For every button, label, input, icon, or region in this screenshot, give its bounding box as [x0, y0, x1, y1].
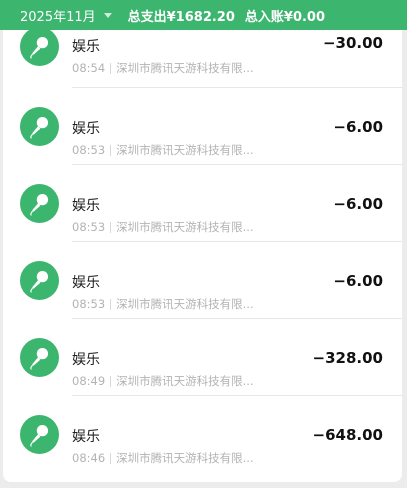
transaction-category: 娱乐 — [72, 39, 100, 55]
transaction-time: 08:53 — [72, 220, 106, 234]
meta-separator — [110, 375, 112, 387]
chevron-down-icon[interactable] — [103, 12, 112, 18]
transaction-time: 08:54 — [72, 61, 106, 75]
transaction-amount: −6.00 — [333, 272, 383, 290]
transaction-time: 08:49 — [72, 374, 106, 388]
transaction-merchant: 深圳市腾讯天游科技有限... — [116, 451, 254, 465]
transaction-merchant: 深圳市腾讯天游科技有限... — [116, 374, 254, 388]
transaction-category: 娱乐 — [72, 198, 100, 214]
transaction-meta: 08:53 深圳市腾讯天游科技有限... — [72, 296, 254, 312]
transaction-time: 08:53 — [72, 297, 106, 311]
transaction-list: 娱乐 08:54 深圳市腾讯天游科技有限... −30.00 娱乐 08:53 … — [3, 30, 402, 482]
transaction-category: 娱乐 — [72, 352, 100, 368]
transaction-amount: −6.00 — [333, 195, 383, 213]
microphone-icon — [20, 261, 59, 300]
transaction-time: 08:46 — [72, 451, 106, 465]
month-selector[interactable]: 2025年11月 — [20, 6, 128, 25]
month-totals: 总支出¥1682.20 总入账¥0.00 — [128, 6, 325, 25]
transaction-meta: 08:53 深圳市腾讯天游科技有限... — [72, 142, 254, 158]
transaction-category: 娱乐 — [72, 429, 100, 445]
microphone-icon — [20, 338, 59, 377]
transaction-amount: −648.00 — [312, 426, 383, 444]
total-income: 总入账¥0.00 — [244, 9, 326, 25]
transaction-row[interactable]: 娱乐 08:53 深圳市腾讯天游科技有限... −6.00 — [3, 88, 402, 165]
meta-separator — [110, 452, 112, 464]
meta-separator — [110, 62, 112, 74]
transaction-row[interactable]: 娱乐 08:53 深圳市腾讯天游科技有限... −6.00 — [3, 242, 402, 319]
transaction-merchant: 深圳市腾讯天游科技有限... — [116, 143, 254, 157]
total-expense: 总支出¥1682.20 — [127, 9, 235, 25]
transaction-row[interactable]: 娱乐 08:46 深圳市腾讯天游科技有限... −648.00 — [3, 396, 402, 473]
transaction-row[interactable]: 娱乐 08:49 深圳市腾讯天游科技有限... −328.00 — [3, 319, 402, 396]
transaction-meta: 08:54 深圳市腾讯天游科技有限... — [72, 60, 254, 76]
transaction-merchant: 深圳市腾讯天游科技有限... — [116, 297, 254, 311]
month-label[interactable]: 2025年11月 — [20, 6, 96, 25]
transaction-category: 娱乐 — [72, 275, 100, 291]
microphone-icon — [20, 415, 59, 454]
transaction-merchant: 深圳市腾讯天游科技有限... — [116, 61, 254, 75]
microphone-icon — [20, 30, 59, 66]
transaction-amount: −30.00 — [322, 34, 383, 52]
transaction-category: 娱乐 — [72, 121, 100, 137]
microphone-icon — [20, 107, 59, 146]
transaction-amount: −328.00 — [312, 349, 383, 367]
month-summary-header: 2025年11月 总支出¥1682.20 总入账¥0.00 — [0, 0, 407, 30]
transaction-row[interactable]: 娱乐 08:54 深圳市腾讯天游科技有限... −30.00 — [3, 30, 402, 88]
meta-separator — [110, 298, 112, 310]
transaction-merchant: 深圳市腾讯天游科技有限... — [116, 220, 254, 234]
meta-separator — [110, 144, 112, 156]
transaction-row[interactable]: 娱乐 08:53 深圳市腾讯天游科技有限... −6.00 — [3, 165, 402, 242]
transaction-meta: 08:49 深圳市腾讯天游科技有限... — [72, 373, 254, 389]
transaction-amount: −6.00 — [333, 118, 383, 136]
transaction-meta: 08:53 深圳市腾讯天游科技有限... — [72, 219, 254, 235]
microphone-icon — [20, 184, 59, 223]
transaction-time: 08:53 — [72, 143, 106, 157]
transaction-meta: 08:46 深圳市腾讯天游科技有限... — [72, 450, 254, 466]
meta-separator — [110, 221, 112, 233]
